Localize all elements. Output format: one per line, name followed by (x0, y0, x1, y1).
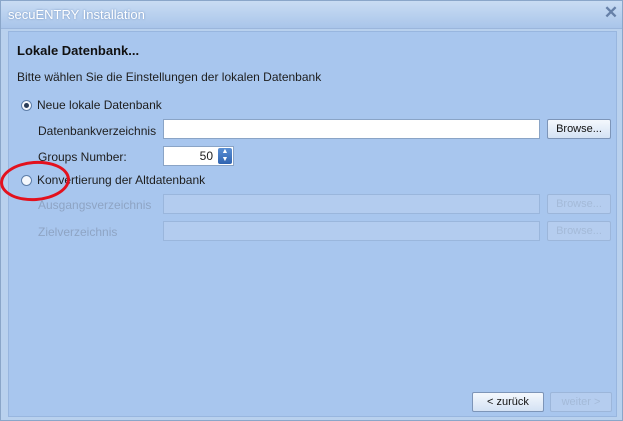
target-directory-label: Zielverzeichnis (38, 225, 118, 239)
groups-number-value: 50 (199, 149, 213, 163)
page-subtitle: Bitte wählen Sie die Einstellungen der l… (17, 70, 322, 84)
groups-number-stepper[interactable]: 50 ▲ ▼ (163, 146, 234, 166)
content-panel: Lokale Datenbank... Bitte wählen Sie die… (8, 31, 617, 417)
window-title: secuENTRY Installation (8, 7, 145, 22)
source-directory-label: Ausgangsverzeichnis (38, 198, 152, 212)
database-browse-button[interactable]: Browse... (547, 119, 611, 139)
source-browse-button[interactable]: Browse... (547, 194, 611, 214)
next-button[interactable]: weiter > (550, 392, 612, 412)
source-directory-input[interactable] (163, 194, 540, 214)
target-directory-input[interactable] (163, 221, 540, 241)
database-directory-input[interactable] (163, 119, 540, 139)
back-button[interactable]: < zurück (472, 392, 544, 412)
database-directory-label: Datenbankverzeichnis (38, 124, 157, 138)
page-title: Lokale Datenbank... (17, 43, 140, 58)
close-icon[interactable]: ✕ (602, 4, 620, 22)
radio-new-database-indicator[interactable] (21, 99, 32, 111)
installer-window: secuENTRY Installation ✕ Lokale Datenban… (0, 0, 623, 421)
radio-new-database[interactable]: Neue lokale Datenbank (21, 97, 162, 113)
spinner-arrows-icon[interactable]: ▲ ▼ (218, 148, 232, 164)
title-bar: secuENTRY Installation ✕ (1, 1, 622, 29)
radio-new-database-label: Neue lokale Datenbank (37, 98, 162, 112)
target-browse-button[interactable]: Browse... (547, 221, 611, 241)
